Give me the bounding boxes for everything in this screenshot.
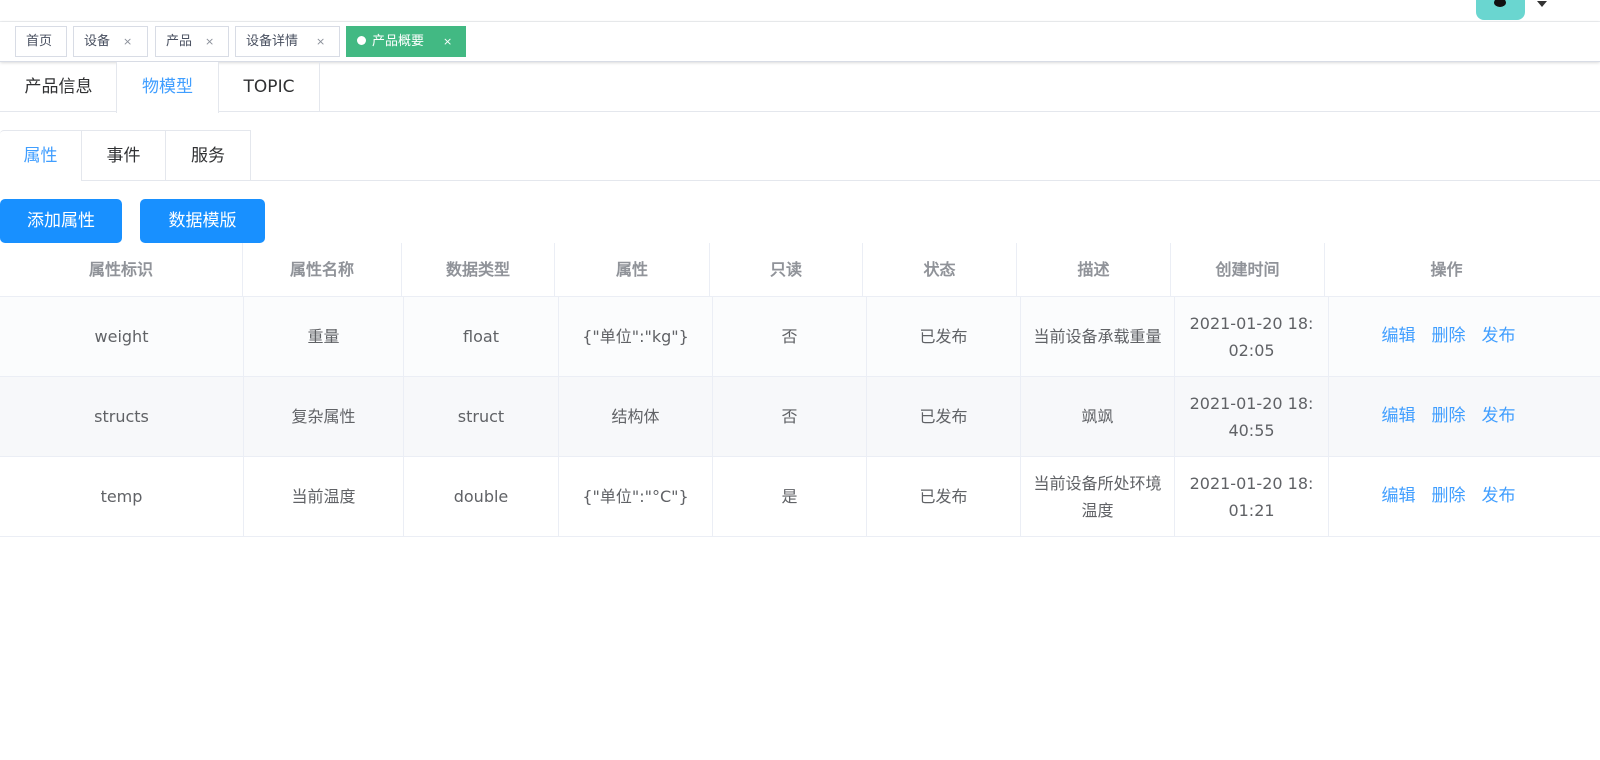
column-header: 状态: [863, 243, 1017, 296]
edit-button[interactable]: 编辑: [1382, 323, 1416, 350]
cell-description: 飒飒: [1021, 377, 1175, 456]
table-header: 属性标识 属性名称 数据类型 属性 只读 状态 描述 创建时间 操作: [0, 243, 1600, 297]
column-header: 只读: [710, 243, 863, 296]
delete-button[interactable]: 删除: [1432, 403, 1466, 430]
cell-actions: 编辑 删除 发布: [1329, 377, 1568, 456]
cell-name: 重量: [244, 297, 404, 376]
main-tabs: 产品信息 物模型 TOPIC: [0, 62, 1600, 113]
navbar: [0, 0, 1600, 22]
add-property-button[interactable]: 添加属性: [0, 199, 122, 243]
tag-label: 设备详情: [246, 34, 299, 49]
tab-topic[interactable]: TOPIC: [219, 62, 320, 112]
tag-label: 产品概要: [372, 34, 425, 49]
tag-device[interactable]: 设备 ×: [73, 26, 148, 57]
cell-actions: 编辑 删除 发布: [1329, 297, 1568, 376]
cell-description: 当前设备所处环境温度: [1021, 457, 1175, 536]
column-header: 数据类型: [402, 243, 555, 296]
cell-readonly: 否: [713, 297, 867, 376]
data-template-button[interactable]: 数据模版: [140, 199, 265, 243]
column-header: 属性标识: [0, 243, 243, 296]
tag-device-detail[interactable]: 设备详情 ×: [235, 26, 340, 57]
publish-button[interactable]: 发布: [1482, 403, 1516, 430]
cell-spec: 结构体: [559, 377, 713, 456]
tab-events[interactable]: 事件: [82, 130, 166, 180]
tag-label: 设备: [84, 34, 111, 49]
cell-identifier: weight: [0, 297, 244, 376]
tab-product-info[interactable]: 产品信息: [0, 62, 117, 112]
cell-status: 已发布: [867, 457, 1021, 536]
avatar-icon: [1494, 0, 1506, 7]
delete-button[interactable]: 删除: [1432, 483, 1466, 510]
column-header: 描述: [1017, 243, 1171, 296]
cell-readonly: 否: [713, 377, 867, 456]
publish-button[interactable]: 发布: [1482, 483, 1516, 510]
cell-name: 复杂属性: [244, 377, 404, 456]
cell-readonly: 是: [713, 457, 867, 536]
edit-button[interactable]: 编辑: [1382, 483, 1416, 510]
close-icon[interactable]: ×: [123, 27, 132, 56]
column-header: 属性: [555, 243, 710, 296]
cell-status: 已发布: [867, 297, 1021, 376]
close-icon[interactable]: ×: [205, 27, 214, 56]
caret-down-icon[interactable]: [1537, 1, 1547, 7]
column-header: 创建时间: [1171, 243, 1325, 296]
cell-actions: 编辑 删除 发布: [1329, 457, 1568, 536]
active-dot-icon: [357, 36, 366, 45]
delete-button[interactable]: 删除: [1432, 323, 1466, 350]
close-icon[interactable]: ×: [443, 27, 452, 56]
cell-spec: {"单位":"kg"}: [559, 297, 713, 376]
cell-status: 已发布: [867, 377, 1021, 456]
table-row: structs 复杂属性 struct 结构体 否 已发布 飒飒 2021-01…: [0, 377, 1600, 457]
tag-product-overview[interactable]: 产品概要 ×: [346, 26, 466, 57]
close-icon[interactable]: ×: [316, 27, 325, 56]
cell-created: 2021-01-20 18:02:05: [1175, 297, 1329, 376]
tab-properties[interactable]: 属性: [0, 130, 82, 181]
cell-data-type: double: [404, 457, 559, 536]
column-header: 操作: [1430, 260, 1463, 279]
cell-created: 2021-01-20 18:01:21: [1175, 457, 1329, 536]
tag-label: 首页: [26, 34, 53, 49]
cell-data-type: float: [404, 297, 559, 376]
cell-created: 2021-01-20 18:40:55: [1175, 377, 1329, 456]
publish-button[interactable]: 发布: [1482, 323, 1516, 350]
cell-data-type: struct: [404, 377, 559, 456]
tab-services[interactable]: 服务: [166, 130, 251, 180]
tag-label: 产品: [166, 34, 193, 49]
avatar[interactable]: [1476, 0, 1525, 20]
edit-button[interactable]: 编辑: [1382, 403, 1416, 430]
table-row: weight 重量 float {"单位":"kg"} 否 已发布 当前设备承载…: [0, 297, 1600, 377]
tag-product[interactable]: 产品 ×: [155, 26, 229, 57]
table-row: temp 当前温度 double {"单位":"°C"} 是 已发布 当前设备所…: [0, 457, 1600, 537]
tags-view: 首页 设备 × 产品 × 设备详情 × 产品概要 ×: [0, 22, 1600, 62]
cell-description: 当前设备承载重量: [1021, 297, 1175, 376]
tab-thing-model[interactable]: 物模型: [116, 62, 219, 113]
column-header: 属性名称: [243, 243, 402, 296]
cell-identifier: temp: [0, 457, 244, 536]
tag-home[interactable]: 首页: [15, 26, 67, 57]
cell-spec: {"单位":"°C"}: [559, 457, 713, 536]
cell-name: 当前温度: [244, 457, 404, 536]
cell-identifier: structs: [0, 377, 244, 456]
sub-tabs: 属性 事件 服务: [0, 130, 1600, 181]
